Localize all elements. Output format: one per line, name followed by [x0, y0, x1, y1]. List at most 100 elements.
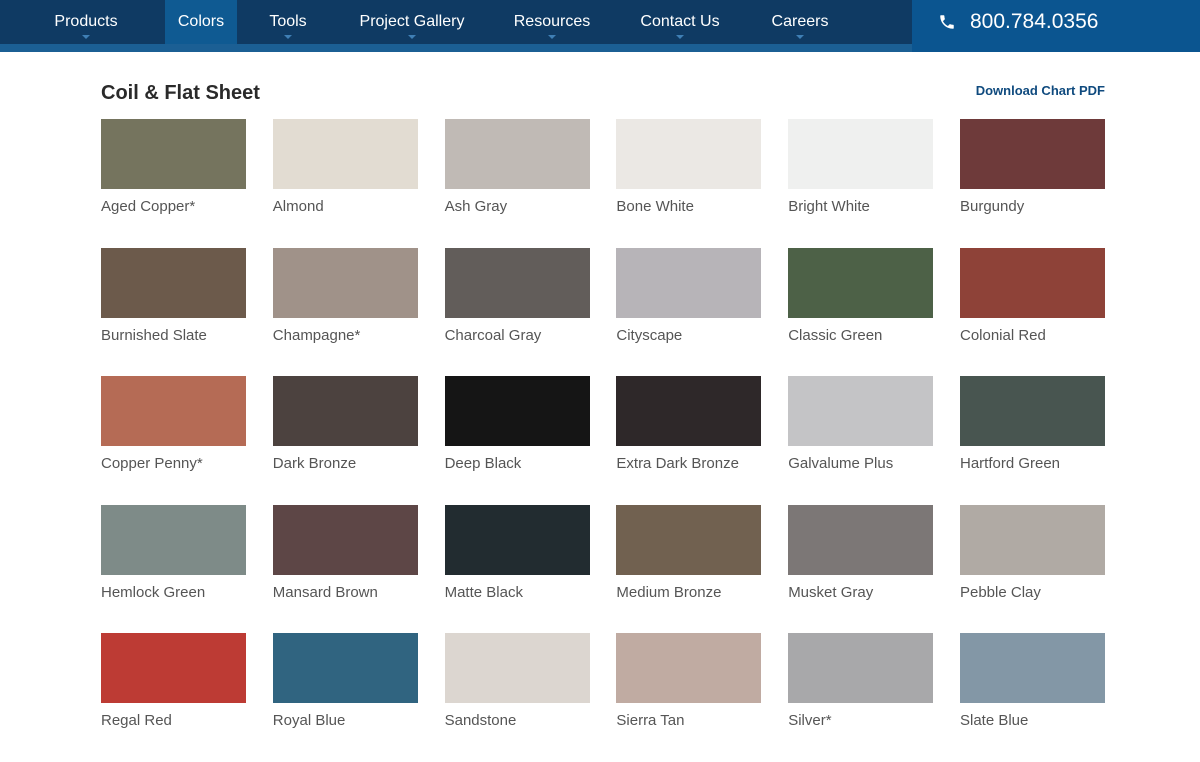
color-swatch[interactable]: [959, 504, 1105, 575]
nav-item-colors[interactable]: Colors: [165, 0, 237, 44]
color-swatch[interactable]: [616, 376, 762, 446]
color-swatch-item[interactable]: Extra Dark Bronze: [616, 376, 762, 505]
color-swatch[interactable]: [616, 504, 762, 575]
nav-item-label: Tools: [269, 13, 307, 30]
color-swatch-item[interactable]: Deep Black: [444, 376, 590, 505]
color-name: Ash Gray: [444, 198, 508, 215]
color-swatch-item[interactable]: Mansard Brown: [272, 504, 418, 634]
color-swatch-item[interactable]: Almond: [272, 119, 418, 248]
color-name: Medium Bronze: [616, 583, 722, 601]
color-name: Burnished Slate: [101, 326, 207, 344]
color-swatch[interactable]: [272, 376, 418, 446]
color-swatch[interactable]: [272, 504, 418, 575]
color-swatch-item[interactable]: Pebble Clay: [959, 504, 1105, 634]
color-swatch[interactable]: [788, 247, 934, 318]
color-name: Classic Green: [788, 326, 883, 344]
color-swatch[interactable]: [959, 633, 1105, 703]
color-swatch[interactable]: [272, 247, 418, 318]
color-name: Slate Blue: [959, 712, 1029, 729]
color-swatch-item[interactable]: Sandstone: [444, 633, 590, 762]
color-swatch[interactable]: [616, 247, 762, 318]
color-swatch[interactable]: [101, 247, 246, 318]
nav-item-careers[interactable]: Careers: [757, 0, 843, 44]
color-name: Mansard Brown: [272, 583, 378, 601]
page-title: Coil & Flat Sheet: [101, 82, 260, 104]
color-swatch-item[interactable]: Cityscape: [616, 247, 762, 377]
color-swatch[interactable]: [444, 119, 590, 189]
color-swatch[interactable]: [959, 376, 1105, 446]
nav-item-contact-us[interactable]: Contact Us: [626, 0, 734, 44]
nav-item-products[interactable]: Products: [54, 0, 118, 44]
color-swatch[interactable]: [444, 247, 590, 318]
color-name: Bright White: [788, 198, 870, 215]
color-swatch-item[interactable]: Charcoal Gray: [444, 247, 590, 377]
color-swatch[interactable]: [788, 633, 934, 703]
phone-text: 800.784.0356: [970, 10, 1099, 33]
color-swatch-item[interactable]: Champagne*: [272, 247, 418, 377]
color-swatch-item[interactable]: Burgundy: [959, 119, 1105, 248]
color-swatch-item[interactable]: Sierra Tan: [616, 633, 762, 762]
color-swatch[interactable]: [444, 504, 590, 575]
nav-item-label: Contact Us: [640, 13, 720, 30]
color-swatch-item[interactable]: Silver*: [788, 633, 934, 762]
color-swatch[interactable]: [616, 119, 762, 189]
nav-item-label: Project Gallery: [359, 13, 465, 30]
color-name: Colonial Red: [959, 326, 1046, 344]
color-swatch-item[interactable]: Bone White: [616, 119, 762, 248]
color-name: Galvalume Plus: [788, 455, 894, 472]
color-swatch[interactable]: [101, 504, 246, 575]
color-name: Sierra Tan: [616, 712, 685, 729]
color-swatch-item[interactable]: Regal Red: [101, 633, 246, 762]
color-swatch[interactable]: [788, 504, 934, 575]
nav-item-resources[interactable]: Resources: [500, 0, 604, 44]
color-swatch-item[interactable]: Burnished Slate: [101, 247, 246, 377]
color-swatch-item[interactable]: Matte Black: [444, 504, 590, 634]
phone-icon: [940, 15, 954, 29]
color-swatch-item[interactable]: Medium Bronze: [616, 504, 762, 634]
color-swatch-item[interactable]: Bright White: [788, 119, 934, 248]
color-swatch-grid: Aged Copper* Almond Ash Gray Bone White Brig…: [101, 119, 1105, 762]
color-swatch-item[interactable]: Dark Bronze: [272, 376, 418, 505]
main-menu: Products Colors Tools Project Gallery Resour…: [0, 0, 912, 44]
nav-item-project-gallery[interactable]: Project Gallery: [348, 0, 476, 44]
color-swatch[interactable]: [788, 119, 934, 189]
chevron-down-icon: [284, 35, 292, 39]
color-swatch-item[interactable]: Aged Copper*: [101, 119, 246, 248]
color-name: Silver*: [788, 712, 832, 729]
color-swatch[interactable]: [101, 633, 246, 703]
color-name: Cityscape: [616, 326, 683, 344]
color-name: Extra Dark Bronze: [616, 455, 739, 472]
color-swatch[interactable]: [272, 633, 418, 703]
color-swatch[interactable]: [788, 376, 934, 446]
nav-item-tools[interactable]: Tools: [252, 0, 324, 44]
nav-item-label: Colors: [177, 13, 225, 30]
color-name: Charcoal Gray: [444, 326, 542, 344]
download-chart-pdf-link[interactable]: Download Chart PDF: [976, 83, 1105, 98]
color-swatch[interactable]: [272, 119, 418, 189]
color-swatch-item[interactable]: Galvalume Plus: [788, 376, 934, 505]
chevron-down-icon: [548, 35, 556, 39]
phone-number[interactable]: 800.784.0356: [912, 0, 1200, 52]
color-swatch[interactable]: [444, 376, 590, 446]
color-swatch[interactable]: [101, 376, 246, 446]
color-swatch-item[interactable]: Hartford Green: [959, 376, 1105, 505]
color-name: Matte Black: [444, 583, 523, 601]
color-swatch-item[interactable]: Copper Penny*: [101, 376, 246, 505]
color-swatch-item[interactable]: Ash Gray: [444, 119, 590, 248]
color-name: Hartford Green: [959, 455, 1061, 472]
color-swatch-item[interactable]: Colonial Red: [959, 247, 1105, 377]
color-name: Regal Red: [101, 712, 172, 729]
color-name: Almond: [272, 198, 324, 215]
chevron-down-icon: [82, 35, 90, 39]
color-swatch-item[interactable]: Royal Blue: [272, 633, 418, 762]
color-swatch-item[interactable]: Classic Green: [788, 247, 934, 377]
color-swatch[interactable]: [616, 633, 762, 703]
color-swatch-item[interactable]: Hemlock Green: [101, 504, 246, 634]
color-swatch[interactable]: [444, 633, 590, 703]
color-swatch[interactable]: [959, 247, 1105, 318]
color-swatch[interactable]: [959, 119, 1105, 189]
color-swatch[interactable]: [101, 119, 246, 189]
color-name: Bone White: [616, 198, 694, 215]
color-swatch-item[interactable]: Slate Blue: [959, 633, 1105, 762]
color-swatch-item[interactable]: Musket Gray: [788, 504, 934, 634]
